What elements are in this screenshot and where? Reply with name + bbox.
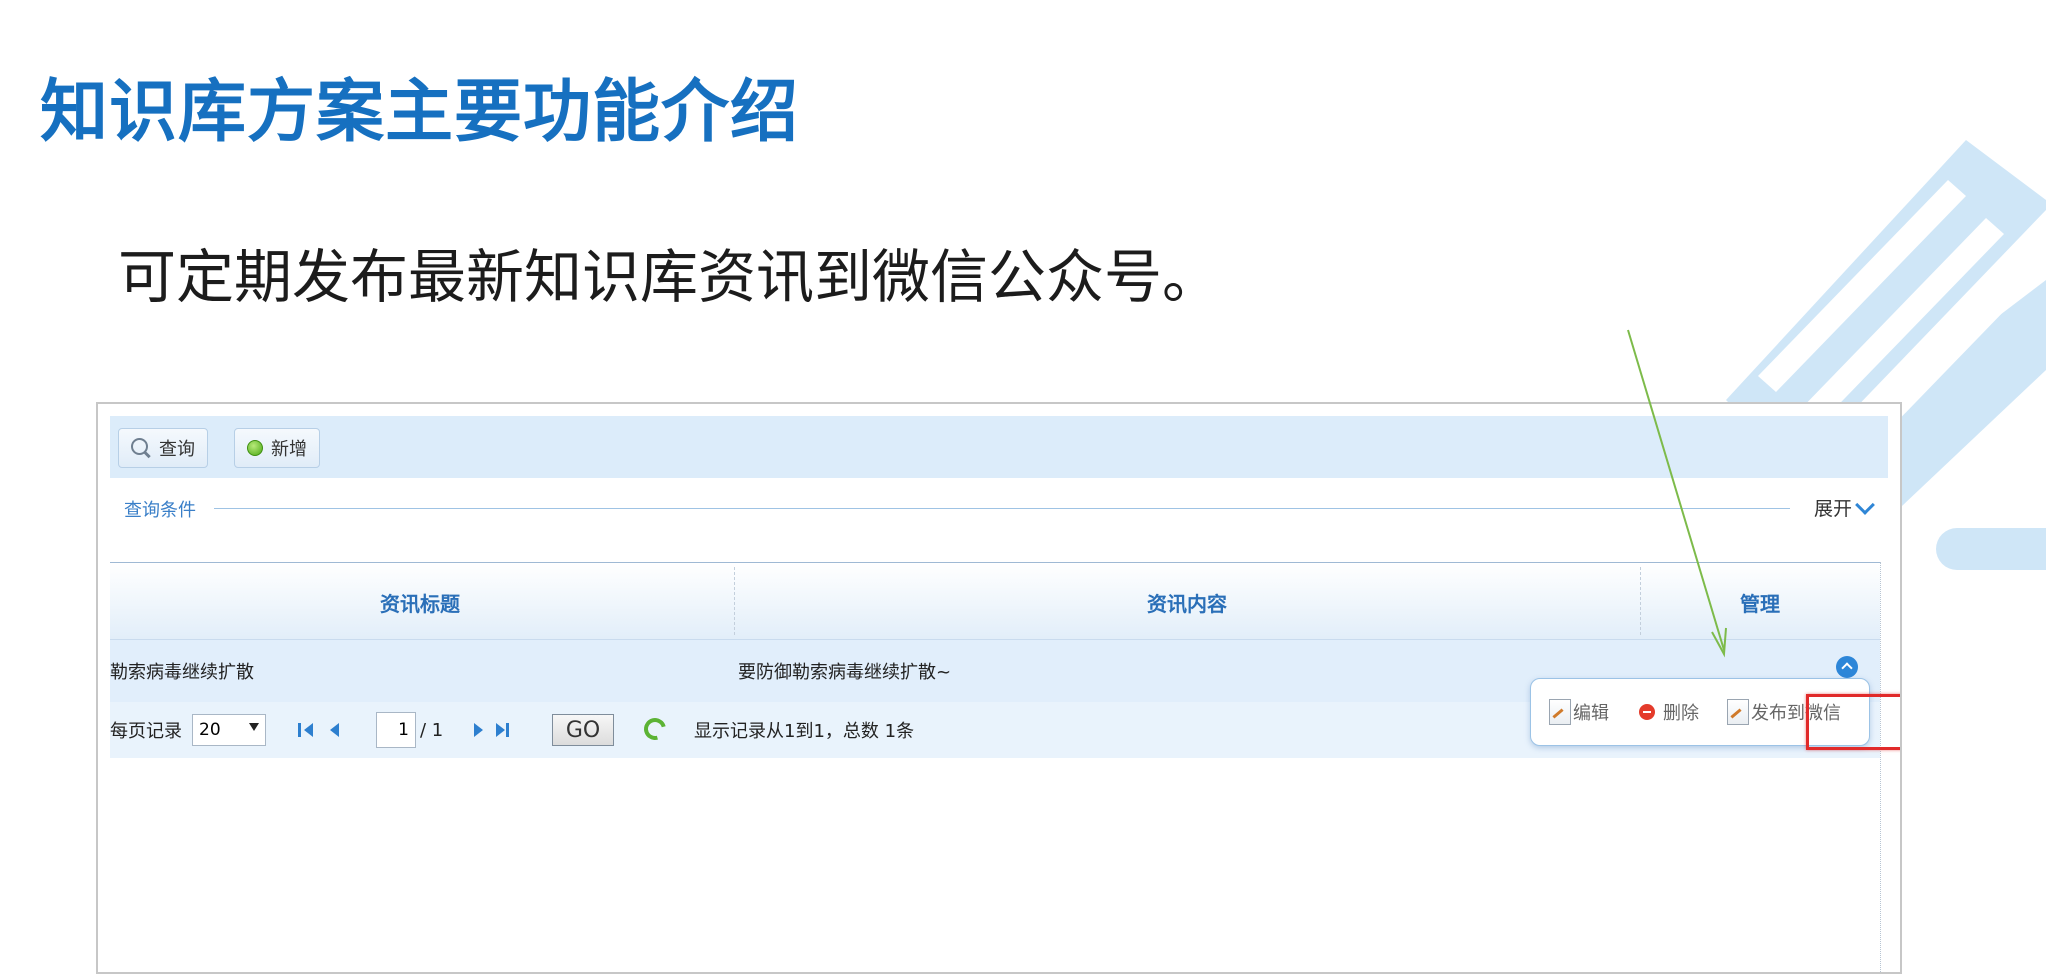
edit-action-label: 编辑 (1573, 703, 1609, 724)
last-page-icon[interactable] (496, 723, 505, 737)
cell-content: 要防御勒索病毒继续扩散~ (738, 662, 952, 683)
search-icon (131, 438, 151, 458)
first-page-bar (298, 723, 301, 737)
cell-title: 勒索病毒继续扩散 (110, 662, 254, 683)
edit-action[interactable]: 编辑 (1549, 699, 1609, 725)
add-button-label: 新增 (271, 439, 307, 460)
publish-icon (1727, 699, 1749, 725)
publish-highlight-box (1806, 694, 1900, 750)
edit-icon (1549, 699, 1571, 725)
total-pages: / 1 (420, 719, 444, 741)
refresh-icon[interactable] (639, 713, 671, 745)
expand-toggle[interactable]: 展开 (1814, 494, 1852, 521)
add-icon (247, 440, 263, 456)
toolbar: 查询 新增 (110, 416, 1888, 478)
table-header: 资讯标题 资讯内容 管理 (110, 562, 1880, 640)
column-header-manage: 管理 (1740, 591, 1780, 616)
query-conditions-divider (214, 508, 1790, 509)
add-button[interactable]: 新增 (234, 428, 320, 468)
delete-action[interactable]: 删除 (1639, 699, 1699, 725)
record-summary: 显示记录从1到1，总数 1条 (694, 721, 915, 742)
column-header-content[interactable]: 资讯内容 (734, 563, 1640, 641)
slide-title: 知识库方案主要功能介绍 (40, 73, 800, 152)
slide-subtitle: 可定期发布最新知识库资讯到微信公众号。 (118, 243, 1221, 311)
chevron-down-icon[interactable] (1855, 495, 1875, 515)
search-button-label: 查询 (159, 439, 195, 460)
scrollbar[interactable] (1880, 562, 1884, 972)
first-page-icon[interactable] (304, 723, 313, 737)
delete-action-label: 删除 (1663, 703, 1699, 724)
per-page-label: 每页记录 (110, 721, 182, 742)
column-header-title[interactable]: 资讯标题 (110, 563, 730, 641)
app-screenshot-panel: 查询 新增 查询条件 展开 资讯标题 资讯内容 管理 勒索病毒继续扩散 要防御勒… (96, 402, 1902, 974)
search-button[interactable]: 查询 (118, 428, 208, 468)
delete-icon (1639, 704, 1655, 720)
per-page-value: 20 (199, 720, 221, 740)
per-page-select[interactable]: 20 (192, 714, 266, 746)
decor-bar (1936, 528, 2046, 570)
last-page-bar (506, 723, 509, 737)
dropdown-arrow-icon (249, 723, 259, 731)
go-button[interactable]: GO (552, 714, 614, 746)
page-number-input[interactable]: 1 (376, 712, 416, 748)
next-page-icon[interactable] (474, 723, 483, 737)
prev-page-icon[interactable] (330, 723, 339, 737)
collapse-up-icon[interactable] (1836, 656, 1858, 678)
query-conditions-label: 查询条件 (124, 500, 196, 521)
